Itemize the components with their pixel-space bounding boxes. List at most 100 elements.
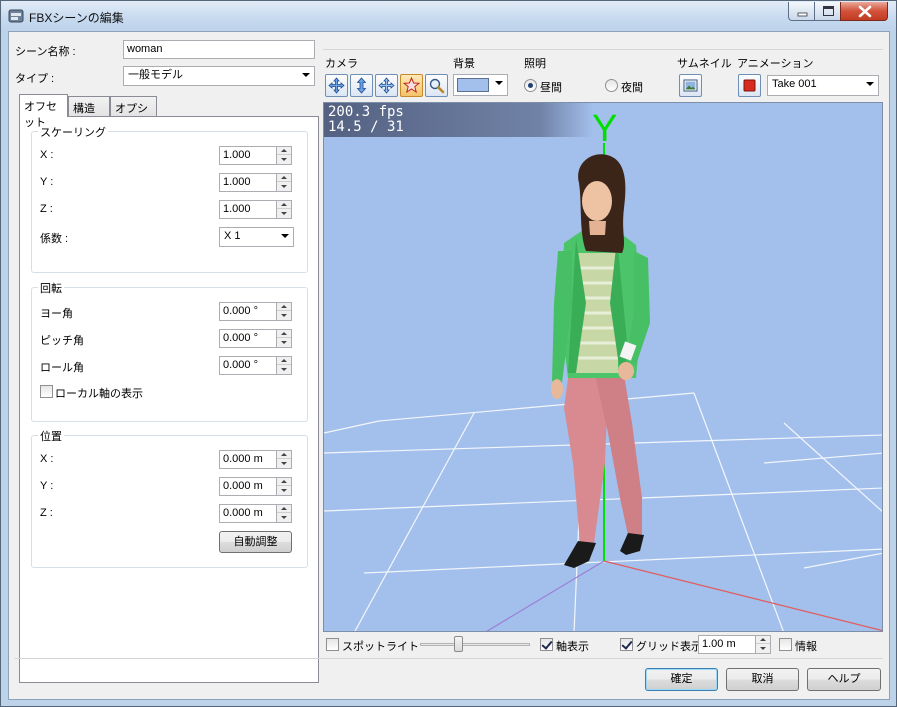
background-color-select[interactable] xyxy=(453,74,508,96)
scale-z-spinner[interactable]: 1.000 xyxy=(219,200,292,219)
tab-offset[interactable]: オフセット xyxy=(19,94,68,129)
grid-display-label: グリッド表示 xyxy=(636,641,702,653)
scale-y-input[interactable]: 1.000 xyxy=(219,173,277,192)
tab-options[interactable]: オプション xyxy=(110,96,157,131)
pitch-spinner[interactable]: 0.000 ° xyxy=(219,329,292,348)
spin-down-button[interactable] xyxy=(756,645,770,653)
position-z-spinner[interactable]: 0.000 m xyxy=(219,504,292,523)
arrow-up-icon xyxy=(281,359,287,362)
spin-down-button[interactable] xyxy=(277,366,291,374)
position-z-input[interactable]: 0.000 m xyxy=(219,504,277,523)
scale-x-input[interactable]: 1.000 xyxy=(219,146,277,165)
spin-up-button[interactable] xyxy=(277,174,291,182)
scale-z-label: Z : xyxy=(40,203,53,215)
spin-up-button[interactable] xyxy=(277,303,291,311)
light-slider-track[interactable] xyxy=(420,643,530,646)
chevron-down-icon xyxy=(302,73,310,77)
scaling-group-title: スケーリング xyxy=(38,124,108,140)
camera-dolly-button[interactable] xyxy=(350,74,373,97)
rotate-icon xyxy=(328,77,345,94)
position-x-spinner[interactable]: 0.000 m xyxy=(219,450,292,469)
animation-stop-button[interactable] xyxy=(738,74,761,97)
spin-down-button[interactable] xyxy=(277,312,291,320)
camera-pan-button[interactable] xyxy=(375,74,398,97)
auto-adjust-button[interactable]: 自動調整 xyxy=(219,531,292,553)
arrow-up-icon xyxy=(281,453,287,456)
spin-up-button[interactable] xyxy=(277,147,291,155)
scene-name-input[interactable]: woman xyxy=(123,40,315,59)
spin-up-button[interactable] xyxy=(277,478,291,486)
lighting-label: 照明 xyxy=(524,58,546,70)
spin-down-button[interactable] xyxy=(277,339,291,347)
roll-input[interactable]: 0.000 ° xyxy=(219,356,277,375)
spin-up-button[interactable] xyxy=(277,505,291,513)
info-checkbox[interactable] xyxy=(779,638,792,651)
spin-down-button[interactable] xyxy=(277,514,291,522)
arrow-down-icon xyxy=(281,462,287,465)
position-y-spinner[interactable]: 0.000 m xyxy=(219,477,292,496)
type-select[interactable]: 一般モデル xyxy=(123,66,315,86)
spotlight-checkbox[interactable] xyxy=(326,638,339,651)
spin-up-button[interactable] xyxy=(277,201,291,209)
window-title: FBXシーンの編集 xyxy=(29,11,124,25)
camera-zoom-button[interactable] xyxy=(425,74,448,97)
camera-rotate-button[interactable] xyxy=(325,74,348,97)
position-y-input[interactable]: 0.000 m xyxy=(219,477,277,496)
dialog-window: FBXシーンの編集 シーン名称 : woman タイプ : 一般モデル オフセッ… xyxy=(0,0,897,707)
maximize-icon xyxy=(823,6,834,16)
night-radio[interactable] xyxy=(605,79,618,92)
grid-size-input[interactable]: 1.00 m xyxy=(698,635,756,654)
arrow-up-icon xyxy=(281,203,287,206)
local-axis-checkbox[interactable] xyxy=(40,385,53,398)
spin-up-button[interactable] xyxy=(277,330,291,338)
axis-display-label: 軸表示 xyxy=(556,641,589,653)
spin-up-button[interactable] xyxy=(277,357,291,365)
camera-orbit-button[interactable] xyxy=(400,74,423,97)
axis-display-checkbox[interactable] xyxy=(540,638,553,651)
spin-up-button[interactable] xyxy=(277,451,291,459)
scene-render: Y xyxy=(324,108,882,631)
scale-y-spinner[interactable]: 1.000 xyxy=(219,173,292,192)
pitch-input[interactable]: 0.000 ° xyxy=(219,329,277,348)
spin-down-button[interactable] xyxy=(277,210,291,218)
cancel-button[interactable]: 取消 xyxy=(726,668,799,691)
local-axis-label: ローカル軸の表示 xyxy=(55,388,143,400)
take-select-value: Take 001 xyxy=(772,78,817,90)
spin-down-button[interactable] xyxy=(277,156,291,164)
animation-label: アニメーション xyxy=(737,58,814,70)
scale-factor-select[interactable]: X 1 xyxy=(219,227,294,247)
spin-up-button[interactable] xyxy=(756,636,770,644)
scale-x-spinner[interactable]: 1.000 xyxy=(219,146,292,165)
title-bar[interactable]: FBXシーンの編集 xyxy=(1,1,896,31)
grid-display-checkbox[interactable] xyxy=(620,638,633,651)
tab-structure[interactable]: 構造 xyxy=(68,96,110,116)
spin-down-button[interactable] xyxy=(277,460,291,468)
roll-spinner[interactable]: 0.000 ° xyxy=(219,356,292,375)
close-window-button[interactable] xyxy=(840,2,888,21)
app-icon xyxy=(8,9,24,23)
position-x-input[interactable]: 0.000 m xyxy=(219,450,277,469)
yaw-spinner[interactable]: 0.000 ° xyxy=(219,302,292,321)
position-group-title: 位置 xyxy=(38,428,64,444)
background-label: 背景 xyxy=(453,58,475,70)
spin-down-button[interactable] xyxy=(277,183,291,191)
offset-tab-panel: スケーリング X : 1.000 Y : 1.000 Z : 1.000 係数 … xyxy=(19,116,319,683)
viewport-hud: 200.3 fps 14.5 / 31 xyxy=(324,103,594,137)
take-select[interactable]: Take 001 xyxy=(767,75,879,96)
3d-viewport[interactable]: Y 200.3 fps 14.5 / 31 xyxy=(323,102,883,632)
spotlight-label: スポットライト xyxy=(342,641,419,653)
daytime-radio[interactable] xyxy=(524,79,537,92)
arrow-down-icon xyxy=(281,368,287,371)
grid-size-spinner[interactable]: 1.00 m xyxy=(698,635,771,654)
arrow-up-icon xyxy=(281,332,287,335)
info-label: 情報 xyxy=(795,641,817,653)
minimize-button[interactable] xyxy=(788,2,815,21)
thumbnail-button[interactable] xyxy=(679,74,702,97)
maximize-button[interactable] xyxy=(814,2,841,21)
spin-down-button[interactable] xyxy=(277,487,291,495)
help-button[interactable]: ヘルプ xyxy=(807,668,881,691)
scale-z-input[interactable]: 1.000 xyxy=(219,200,277,219)
yaw-input[interactable]: 0.000 ° xyxy=(219,302,277,321)
light-slider-thumb[interactable] xyxy=(454,636,463,652)
ok-button[interactable]: 確定 xyxy=(645,668,718,691)
